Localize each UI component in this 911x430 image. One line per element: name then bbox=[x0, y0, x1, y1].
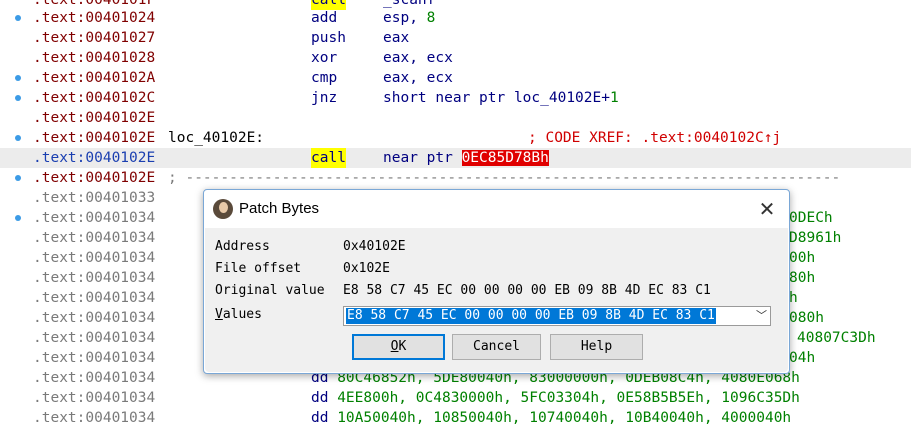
ok-button[interactable]: OK bbox=[352, 334, 445, 360]
breakpoint-dot-icon[interactable] bbox=[15, 215, 21, 221]
file-offset-label: File offset bbox=[215, 261, 302, 276]
listing-line[interactable]: .text:0040102C jnz short near ptr loc_4010… bbox=[0, 88, 911, 108]
line-address: .text:00401034 bbox=[33, 370, 156, 386]
line-address: .text:00401027 bbox=[33, 30, 156, 46]
listing-line[interactable]: .text:0040102E ; ------------------------… bbox=[0, 168, 911, 188]
line-address: .text:00401034 bbox=[33, 230, 156, 246]
line-operands: eax, ecx bbox=[383, 70, 453, 86]
line-address: .text:00401033 bbox=[33, 190, 156, 206]
line-address: .text:00401024 bbox=[33, 10, 156, 26]
address-value: 0x40102E bbox=[343, 239, 406, 254]
data-directive: dd 10A50040h, 10850040h, 10740040h, 10B4… bbox=[311, 410, 792, 426]
patch-bytes-dialog: Patch Bytes ✕ Address 0x40102E File offs… bbox=[203, 189, 790, 374]
listing-line[interactable]: .text:0040102E loc_40102E: ; CODE XREF: .t… bbox=[0, 128, 911, 148]
data-value-fragment: 0DECh bbox=[789, 210, 833, 226]
values-input[interactable]: E8 58 C7 45 EC 00 00 00 00 EB 09 8B 4D E… bbox=[346, 308, 716, 324]
line-mnemonic: xor bbox=[311, 50, 338, 66]
listing-line[interactable]: .text:00401024 add esp, 8 bbox=[0, 8, 911, 28]
line-address: .text:0040102A bbox=[33, 70, 156, 86]
file-offset-value: 0x102E bbox=[343, 261, 390, 276]
app-logo-icon bbox=[213, 199, 233, 219]
line-address: .text:00401034 bbox=[33, 310, 156, 326]
line-address: .text:00401034 bbox=[33, 270, 156, 286]
line-mnemonic: push bbox=[311, 30, 346, 46]
line-mnemonic: call bbox=[311, 148, 346, 168]
line-address: .text:00401034 bbox=[33, 390, 156, 406]
line-operands: eax bbox=[383, 30, 410, 46]
data-value-fragment: 40807C3Dh bbox=[797, 330, 876, 346]
separator-comment: ; --------------------------------------… bbox=[168, 170, 841, 186]
line-address: .text:00401034 bbox=[33, 330, 156, 346]
data-value-fragment: h bbox=[789, 290, 798, 306]
data-value-fragment: 04h bbox=[789, 350, 816, 366]
line-address: .text:0040102E bbox=[33, 150, 156, 166]
listing-line[interactable]: .text:00401034 dd 10A50040h, 10850040h, 1… bbox=[0, 408, 911, 428]
data-value-fragment: 80h bbox=[789, 270, 816, 286]
line-label[interactable]: loc_40102E: bbox=[168, 128, 264, 148]
line-address: .text:00401034 bbox=[33, 350, 156, 366]
breakpoint-dot-icon[interactable] bbox=[15, 75, 21, 81]
breakpoint-dot-icon[interactable] bbox=[15, 175, 21, 181]
line-address: .text:0040102C bbox=[33, 90, 156, 106]
breakpoint-dot-icon[interactable] bbox=[15, 135, 21, 141]
listing-line[interactable]: .text:0040102E call near ptr 0EC85D78Bh bbox=[0, 148, 911, 168]
line-operands: esp, 8 bbox=[383, 10, 436, 26]
cancel-button[interactable]: Cancel bbox=[452, 334, 541, 360]
chevron-down-icon[interactable]: ﹀ bbox=[756, 307, 767, 325]
data-value-fragment: 00h bbox=[789, 250, 816, 266]
line-address: .text:0040102E bbox=[33, 110, 156, 126]
listing-line[interactable]: .text:00401028 xor eax, ecx bbox=[0, 48, 911, 68]
line-mnemonic: add bbox=[311, 10, 338, 26]
close-icon[interactable]: ✕ bbox=[754, 196, 780, 222]
help-button[interactable]: Help bbox=[550, 334, 643, 360]
breakpoint-dot-icon[interactable] bbox=[15, 15, 21, 21]
original-value-label: Original value bbox=[215, 283, 325, 298]
line-address: .text:00401034 bbox=[33, 290, 156, 306]
xref-comment[interactable]: ; CODE XREF: .text:0040102C↑j bbox=[528, 128, 781, 148]
address-label: Address bbox=[215, 239, 270, 254]
line-mnemonic: cmp bbox=[311, 70, 338, 86]
line-address: .text:00401028 bbox=[33, 50, 156, 66]
line-mnemonic: jnz bbox=[311, 90, 338, 106]
listing-line[interactable]: .text:0040102E bbox=[0, 108, 911, 128]
listing-line[interactable]: .text:00401027 push eax bbox=[0, 28, 911, 48]
line-address: .text:00401034 bbox=[33, 410, 156, 426]
listing-line[interactable]: .text:00401034 dd 4EE800h, 0C4830000h, 5F… bbox=[0, 388, 911, 408]
line-address: .text:0040102E bbox=[33, 170, 156, 186]
data-directive: dd 4EE800h, 0C4830000h, 5FC03304h, 0E58B… bbox=[311, 390, 800, 406]
dialog-body: Address 0x40102E File offset 0x102E Orig… bbox=[205, 228, 788, 372]
values-label: Values bbox=[215, 307, 262, 322]
breakpoint-dot-icon[interactable] bbox=[15, 95, 21, 101]
line-address: .text:00401034 bbox=[33, 210, 156, 226]
line-address: .text:00401034 bbox=[33, 250, 156, 266]
line-operands: eax, ecx bbox=[383, 50, 453, 66]
line-operands: near ptr 0EC85D78Bh bbox=[383, 150, 549, 166]
highlighted-operand: 0EC85D78Bh bbox=[461, 150, 549, 166]
values-combobox[interactable]: E8 58 C7 45 EC 00 00 00 00 EB 09 8B 4D E… bbox=[343, 306, 771, 326]
line-operands: short near ptr loc_40102E+1 bbox=[383, 90, 619, 106]
original-value: E8 58 C7 45 EC 00 00 00 00 EB 09 8B 4D E… bbox=[343, 283, 711, 298]
data-value-fragment: 080h bbox=[789, 310, 824, 326]
data-value-fragment: D8961h bbox=[789, 230, 842, 246]
dialog-title: Patch Bytes bbox=[239, 200, 320, 217]
line-address: .text:0040102E bbox=[33, 130, 156, 146]
dialog-titlebar[interactable]: Patch Bytes ✕ bbox=[204, 190, 789, 228]
listing-line[interactable]: .text:0040102A cmp eax, ecx bbox=[0, 68, 911, 88]
